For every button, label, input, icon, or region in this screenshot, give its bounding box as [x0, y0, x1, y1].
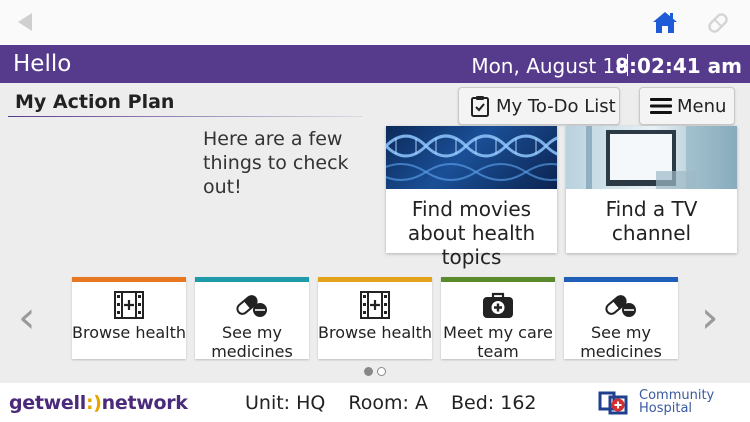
card-meet-care-team[interactable]: Meet my care team	[441, 277, 555, 361]
feature-label: Find movies about health topics	[407, 197, 536, 269]
feature-label: Find a TV channel	[605, 197, 698, 245]
unit-label: Unit: HQ	[245, 392, 326, 414]
clipboard-check-icon	[471, 96, 489, 117]
top-bar	[0, 0, 750, 45]
greeting: Hello	[13, 51, 72, 77]
home-icon[interactable]	[652, 10, 678, 34]
intro-text: Here are a few things to check out!	[203, 128, 349, 198]
card-label: Meet my care team	[443, 323, 553, 361]
pill-icon[interactable]	[705, 11, 731, 35]
pills-icon	[564, 291, 678, 319]
card-see-medicines[interactable]: See my medicines	[564, 277, 678, 361]
carousel-dot[interactable]	[377, 367, 386, 376]
card-label: See my medicines	[211, 323, 293, 361]
feature-card-tv[interactable]: Find a TV channel	[566, 126, 737, 253]
film-icon	[318, 291, 432, 319]
logo-part: getwell	[9, 392, 86, 414]
carousel-prev-arrow-icon[interactable]: ‹	[18, 296, 36, 340]
card-color-bar	[564, 277, 678, 282]
getwell-network-logo: getwell:)network	[9, 392, 188, 414]
feature-card-movies[interactable]: Find movies about health topics	[386, 126, 557, 269]
card-color-bar	[195, 277, 309, 282]
todo-list-button[interactable]: My To-Do List	[458, 87, 620, 125]
carousel-next-arrow-icon[interactable]: ›	[701, 296, 719, 340]
date-display: Mon, August 19	[471, 54, 628, 78]
card-see-medicines[interactable]: See my medicines	[195, 277, 309, 361]
header-bar: Hello Mon, August 19 8:02:41 am	[0, 45, 750, 83]
back-arrow-icon[interactable]	[18, 13, 32, 31]
medical-bag-icon	[441, 291, 555, 319]
card-color-bar	[318, 277, 432, 282]
card-color-bar	[72, 277, 186, 282]
footer-bar: getwell:)network Unit: HQ Room: A Bed: 1…	[0, 383, 750, 422]
bed-label: Bed: 162	[451, 392, 537, 414]
card-browse-health[interactable]: Browse health	[72, 277, 186, 359]
menu-button[interactable]: Menu	[639, 87, 735, 125]
todo-list-label: My To-Do List	[496, 95, 616, 117]
menu-label: Menu	[677, 95, 727, 117]
time-display: 8:02:41 am	[615, 54, 742, 78]
room-label: Room: A	[348, 392, 428, 414]
title-underline	[8, 116, 363, 117]
hamburger-icon	[650, 98, 672, 114]
tv-image	[566, 126, 737, 189]
hospital-name: Community Hospital	[639, 389, 714, 415]
dna-image	[386, 126, 557, 189]
card-color-bar	[441, 277, 555, 282]
logo-smile: :)	[85, 392, 102, 414]
card-label: Browse health	[318, 323, 432, 342]
patient-location: Unit: HQ Room: A Bed: 162	[245, 392, 554, 414]
hospital-name-line: Hospital	[639, 401, 693, 416]
pills-icon	[195, 291, 309, 319]
card-label: See my medicines	[580, 323, 662, 361]
card-label: Browse health	[72, 323, 186, 342]
card-browse-health[interactable]: Browse health	[318, 277, 432, 359]
hospital-logo-icon	[598, 391, 628, 415]
carousel-dot-active[interactable]	[364, 367, 373, 376]
logo-part: network	[101, 392, 188, 414]
film-icon	[72, 291, 186, 319]
page-title: My Action Plan	[15, 91, 175, 113]
